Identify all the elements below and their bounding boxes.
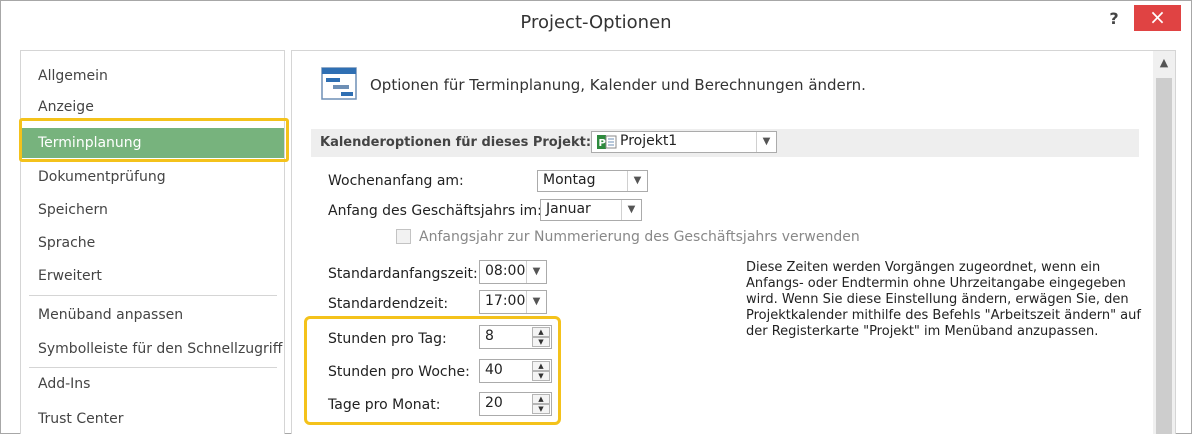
nav-item-dokumentpruefung[interactable]: Dokumentprüfung (21, 162, 284, 192)
nav-item-trust-center[interactable]: Trust Center (21, 404, 284, 434)
chevron-down-icon[interactable]: ▼ (526, 261, 546, 283)
dialog-title: Project-Optionen (520, 12, 672, 33)
title-bar: Project-Optionen ? × (1, 1, 1191, 46)
scroll-up-icon[interactable]: ▲ (1157, 56, 1171, 70)
default-start-value: 08:00 (485, 263, 526, 279)
week-start-label: Wochenanfang am: (328, 173, 464, 189)
nav-item-speichern[interactable]: Speichern (21, 195, 284, 225)
fiscal-numbering-checkbox[interactable] (396, 229, 411, 244)
fiscal-numbering-label: Anfangsjahr zur Nummerierung des Geschäf… (419, 229, 860, 245)
nav-item-add-ins[interactable]: Add-Ins (21, 369, 284, 399)
fiscal-start-value: Januar (546, 201, 591, 217)
default-start-label: Standardanfangszeit: (328, 266, 478, 282)
options-nav: Allgemein Anzeige Terminplanung Dokument… (20, 50, 285, 434)
fiscal-start-select[interactable]: Januar ▼ (540, 199, 642, 221)
help-button[interactable]: ? (1102, 9, 1126, 31)
nav-item-menueband-anpassen[interactable]: Menüband anpassen (21, 300, 284, 330)
schedule-icon (321, 67, 357, 100)
content-header: Optionen für Terminplanung, Kalender und… (370, 76, 866, 94)
default-start-select[interactable]: 08:00 ▼ (479, 260, 547, 284)
default-end-value: 17:00 (485, 293, 526, 309)
nav-item-schnellzugriff[interactable]: Symbolleiste für den Schnellzugriff (21, 334, 284, 364)
nav-separator (29, 295, 277, 296)
fiscal-start-label: Anfang des Geschäftsjahrs im: (328, 203, 542, 219)
chevron-down-icon[interactable]: ▼ (756, 132, 776, 152)
chevron-down-icon[interactable]: ▼ (627, 171, 647, 191)
scrollbar-thumb[interactable] (1156, 78, 1172, 434)
scheduling-info-text: Diese Zeiten werden Vorgängen zugeordnet… (746, 260, 1141, 339)
work-time-highlight-frame (304, 316, 561, 425)
chevron-down-icon[interactable]: ▼ (526, 291, 546, 313)
project-select-value: Projekt1 (620, 133, 678, 149)
week-start-select[interactable]: Montag ▼ (537, 170, 648, 192)
nav-separator (29, 367, 277, 368)
nav-item-allgemein[interactable]: Allgemein (21, 61, 284, 91)
nav-item-erweitert[interactable]: Erweitert (21, 261, 284, 291)
chevron-down-icon[interactable]: ▼ (621, 200, 641, 220)
svg-text:P: P (599, 138, 606, 149)
close-button[interactable]: × (1134, 5, 1181, 31)
default-end-select[interactable]: 17:00 ▼ (479, 290, 547, 314)
nav-highlight-frame (19, 118, 289, 162)
nav-item-sprache[interactable]: Sprache (21, 228, 284, 258)
week-start-value: Montag (543, 172, 596, 188)
project-select[interactable]: P Projekt1 ▼ (591, 131, 777, 153)
calendar-options-label: Kalenderoptionen für dieses Projekt: (320, 135, 592, 150)
project-file-icon: P (597, 135, 617, 149)
default-end-label: Standardendzeit: (328, 296, 449, 312)
